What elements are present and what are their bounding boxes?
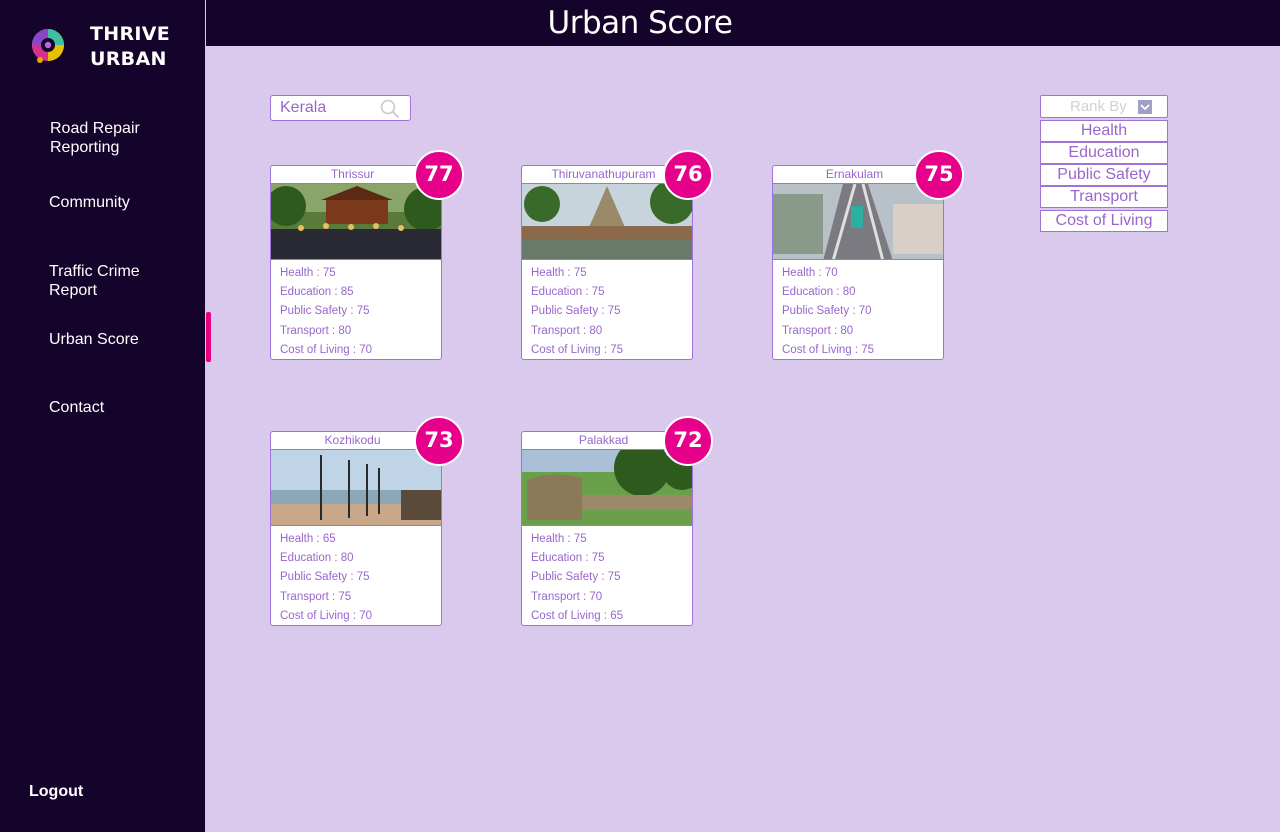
brand-line-1: THRIVE bbox=[90, 23, 171, 45]
score-badge: 76 bbox=[663, 150, 713, 200]
stat-education: Education : 85 bbox=[280, 286, 354, 299]
stat-health: Health : 75 bbox=[531, 267, 587, 279]
stat-transport: Transport : 80 bbox=[782, 324, 854, 337]
stat-health: Health : 65 bbox=[280, 533, 336, 545]
score-badge: 77 bbox=[414, 150, 464, 200]
stat-health: Health : 75 bbox=[531, 533, 587, 545]
stat-public-safety: Public Safety : 75 bbox=[280, 305, 370, 318]
sidebar: THRIVE URBAN Road Repair Reporting Commu… bbox=[0, 0, 205, 832]
city-photo bbox=[271, 183, 441, 260]
rank-option-cost-of-living[interactable]: Cost of Living bbox=[1040, 210, 1168, 232]
rank-by-dropdown[interactable]: Rank By bbox=[1040, 95, 1168, 118]
city-card-palakkad[interactable]: Palakkad Health : 75 Education : 75 Publ… bbox=[521, 431, 693, 626]
city-stats: Health : 65 Education : 80 Public Safety… bbox=[280, 530, 372, 626]
city-name: Thiruvanathupuram bbox=[551, 167, 656, 181]
stat-transport: Transport : 80 bbox=[280, 324, 352, 337]
top-header: Urban Score bbox=[206, 0, 1280, 46]
score-badge: 75 bbox=[914, 150, 964, 200]
rank-option-health[interactable]: Health bbox=[1040, 120, 1168, 142]
city-name: Thrissur bbox=[330, 167, 375, 181]
stat-public-safety: Public Safety : 75 bbox=[280, 571, 370, 584]
stat-cost-of-living: Cost of Living : 65 bbox=[531, 609, 624, 622]
search-box[interactable] bbox=[270, 95, 411, 121]
city-name: Palakkad bbox=[578, 433, 629, 447]
city-name: Kozhikodu bbox=[324, 433, 381, 447]
city-card-thiruvanathupuram[interactable]: Thiruvanathupuram Health : 75 Education … bbox=[521, 165, 693, 360]
city-card-kozhikodu[interactable]: Kozhikodu Health : 65 Education : 80 Pub… bbox=[270, 431, 442, 626]
nav-item-community[interactable]: Community bbox=[49, 193, 130, 212]
logo-icon bbox=[32, 29, 64, 63]
stat-transport: Transport : 80 bbox=[531, 324, 603, 337]
stat-health: Health : 70 bbox=[782, 267, 838, 279]
city-photo bbox=[271, 449, 441, 526]
city-stats: Health : 75 Education : 75 Public Safety… bbox=[531, 530, 623, 626]
stat-cost-of-living: Cost of Living : 70 bbox=[280, 343, 373, 356]
page-title: Urban Score bbox=[547, 5, 733, 41]
city-stats: Health : 75 Education : 85 Public Safety… bbox=[280, 264, 372, 360]
score-badge: 72 bbox=[663, 416, 713, 466]
stat-education: Education : 75 bbox=[531, 552, 605, 565]
chevron-down-icon[interactable] bbox=[1138, 100, 1152, 114]
stat-education: Education : 80 bbox=[782, 286, 856, 299]
stat-public-safety: Public Safety : 75 bbox=[531, 571, 621, 584]
city-stats: Health : 75 Education : 75 Public Safety… bbox=[531, 264, 623, 360]
stat-education: Education : 75 bbox=[531, 286, 605, 299]
city-name: Ernakulam bbox=[825, 167, 884, 181]
stat-cost-of-living: Cost of Living : 75 bbox=[531, 343, 624, 356]
rank-option-public-safety[interactable]: Public Safety bbox=[1040, 164, 1168, 186]
brand-line-2: URBAN bbox=[90, 48, 167, 70]
search-icon[interactable] bbox=[380, 99, 400, 119]
stat-public-safety: Public Safety : 75 bbox=[531, 305, 621, 318]
city-photo bbox=[773, 183, 943, 260]
nav-item-contact[interactable]: Contact bbox=[49, 398, 104, 417]
city-stats: Health : 70 Education : 80 Public Safety… bbox=[782, 264, 874, 360]
city-card-thrissur[interactable]: Thrissur Health : 75 Education : 85 Publ… bbox=[270, 165, 442, 360]
city-photo bbox=[522, 183, 692, 260]
stat-public-safety: Public Safety : 70 bbox=[782, 305, 872, 318]
stat-cost-of-living: Cost of Living : 70 bbox=[280, 609, 373, 622]
city-card-ernakulam[interactable]: Ernakulam Health : 70 Education : 80 Pub… bbox=[772, 165, 944, 360]
stat-cost-of-living: Cost of Living : 75 bbox=[782, 343, 875, 356]
brand-name: THRIVE URBAN bbox=[90, 22, 170, 72]
stat-transport: Transport : 70 bbox=[531, 590, 603, 603]
nav-item-traffic-crime[interactable]: Traffic Crime Report bbox=[49, 262, 159, 300]
rank-option-education[interactable]: Education bbox=[1040, 142, 1168, 164]
rank-option-transport[interactable]: Transport bbox=[1040, 186, 1168, 208]
stat-health: Health : 75 bbox=[280, 267, 336, 279]
nav-item-urban-score[interactable]: Urban Score bbox=[49, 330, 139, 349]
active-nav-indicator bbox=[206, 312, 211, 362]
city-photo bbox=[522, 449, 692, 526]
stat-education: Education : 80 bbox=[280, 552, 354, 565]
search-input[interactable] bbox=[280, 99, 380, 117]
rank-by-label: Rank By bbox=[1070, 98, 1127, 115]
logout-button[interactable]: Logout bbox=[29, 783, 83, 801]
nav-item-road-repair[interactable]: Road Repair Reporting bbox=[50, 119, 170, 157]
stat-transport: Transport : 75 bbox=[280, 590, 352, 603]
score-badge: 73 bbox=[414, 416, 464, 466]
